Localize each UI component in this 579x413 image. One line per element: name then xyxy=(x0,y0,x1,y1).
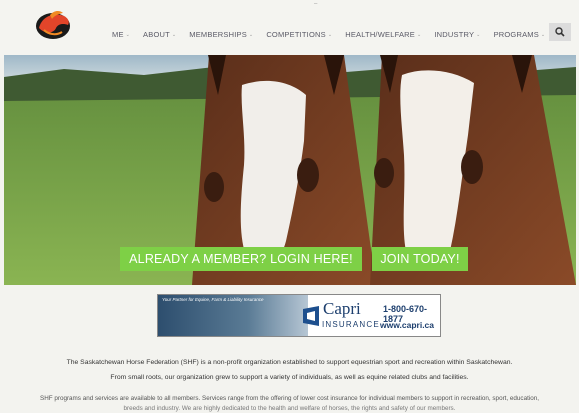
chevron-down-icon: ⌄ xyxy=(125,31,131,38)
nav-item-programs[interactable]: PROGRAMS ⌄ xyxy=(494,30,546,39)
ad-tagline: Your Partner for Equine, Farm & Liabilit… xyxy=(162,297,264,302)
login-button[interactable]: ALREADY A MEMBER? LOGIN HERE! xyxy=(120,247,362,271)
nav-item-label: ABOUT xyxy=(143,30,170,39)
nav-item-label: ME xyxy=(112,30,124,39)
nav-item-competitions[interactable]: COMPETITIONS ⌄ xyxy=(266,30,332,39)
nav-item-me[interactable]: ME ⌄ xyxy=(112,30,130,39)
nav-item-health-welfare[interactable]: HEALTH/WELFARE ⌄ xyxy=(345,30,421,39)
chevron-down-icon: ⌄ xyxy=(476,31,481,38)
ad-brand-subtitle: INSURANCE xyxy=(322,320,380,329)
nav-item-label: PROGRAMS xyxy=(493,30,539,39)
nav-item-label: INDUSTRY xyxy=(434,30,475,39)
nav-item-label: COMPETITIONS xyxy=(266,30,326,39)
search-icon xyxy=(555,27,565,37)
site-header: – ME ⌄ ABOUT ⌄ MEMBERSHIPS ⌄ COMPETITIONS ⌄ … xyxy=(0,0,579,58)
chevron-down-icon: ⌄ xyxy=(416,31,422,38)
nav-item-industry[interactable]: INDUSTRY ⌄ xyxy=(434,30,480,39)
programs-paragraph-continued: breeds and industry. We are highly dedic… xyxy=(123,405,456,412)
growth-paragraph: From small roots, our organization grew … xyxy=(110,374,469,381)
chevron-down-icon: ⌄ xyxy=(540,31,546,38)
chevron-down-icon: ⌄ xyxy=(171,31,177,38)
programs-paragraph: SHF programs and services are available … xyxy=(40,395,539,402)
nav-item-label: MEMBERSHIPS xyxy=(189,30,247,39)
intro-paragraph: The Saskatchewan Horse Federation (SHF) … xyxy=(66,359,513,366)
chevron-down-icon: ⌄ xyxy=(327,31,333,38)
ad-brand-name: Capri xyxy=(323,299,361,318)
top-marker: – xyxy=(314,1,318,7)
capri-insurance-ad[interactable]: Your Partner for Equine, Farm & Liabilit… xyxy=(157,294,441,337)
ad-website: www.capri.ca xyxy=(380,320,435,330)
chevron-down-icon: ⌄ xyxy=(248,31,254,38)
join-button[interactable]: JOIN TODAY! xyxy=(372,247,468,271)
search-button[interactable] xyxy=(549,23,571,41)
nav-item-label: HEALTH/WELFARE xyxy=(345,30,415,39)
shf-horse-logo[interactable] xyxy=(30,6,76,42)
main-nav: ME ⌄ ABOUT ⌄ MEMBERSHIPS ⌄ COMPETITIONS ⌄ HE… xyxy=(112,30,545,39)
capri-logo-icon xyxy=(303,306,319,326)
nav-item-about[interactable]: ABOUT ⌄ xyxy=(143,30,176,39)
nav-item-memberships[interactable]: MEMBERSHIPS ⌄ xyxy=(189,30,253,39)
